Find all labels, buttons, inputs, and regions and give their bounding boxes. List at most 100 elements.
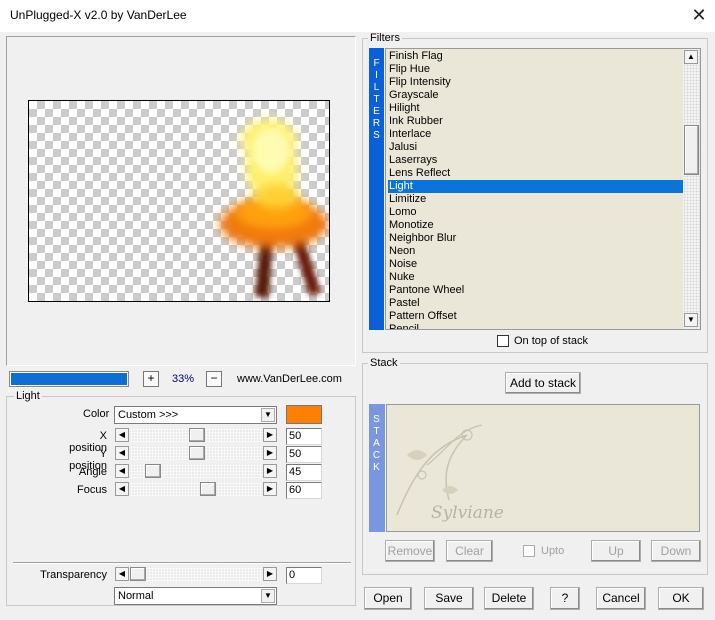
slider-right-arrow-icon[interactable]: ▶ bbox=[263, 446, 277, 460]
slider-thumb[interactable] bbox=[189, 428, 205, 442]
filters-list[interactable]: Finish Flag Flip Hue Flip Intensity Graysca… bbox=[385, 48, 701, 330]
slider-thumb[interactable] bbox=[189, 446, 205, 460]
vertical-tab-letter: R bbox=[372, 118, 381, 129]
add-to-stack-button[interactable]: Add to stack bbox=[505, 372, 581, 394]
cancel-button[interactable]: Cancel bbox=[596, 587, 646, 610]
slider-right-arrow-icon[interactable]: ▶ bbox=[263, 464, 277, 478]
chevron-down-icon: ▼ bbox=[261, 589, 275, 603]
slider-right-arrow-icon[interactable]: ▶ bbox=[263, 482, 277, 496]
close-icon[interactable]: ✕ bbox=[688, 4, 710, 26]
filter-item[interactable]: Pastel bbox=[388, 297, 684, 310]
vertical-tab-letter: T bbox=[373, 94, 380, 105]
delete-button[interactable]: Delete bbox=[484, 587, 534, 610]
filters-vertical-tab: FILTERS bbox=[369, 48, 384, 330]
slider-value-field[interactable]: 50 bbox=[286, 428, 322, 445]
save-button[interactable]: Save bbox=[424, 587, 474, 610]
slider-track[interactable] bbox=[130, 446, 263, 460]
light-group-title: Light bbox=[14, 390, 42, 402]
ok-button[interactable]: OK bbox=[658, 587, 704, 610]
upto-checkbox[interactable] bbox=[523, 545, 535, 557]
slider-row-angle: Angle ◀ ▶ 45 bbox=[0, 464, 356, 482]
filter-item[interactable]: Pattern Offset bbox=[388, 310, 684, 323]
vertical-tab-letter: F bbox=[373, 58, 380, 69]
filters-scrollbar[interactable]: ▲ ▼ bbox=[683, 49, 700, 329]
slider-thumb[interactable] bbox=[200, 482, 216, 496]
slider-value-field[interactable]: 60 bbox=[286, 482, 322, 499]
filter-item[interactable]: Jalusi bbox=[388, 141, 684, 154]
watermark-text: Sylviane bbox=[431, 503, 504, 523]
slider-right-arrow-icon[interactable]: ▶ bbox=[263, 567, 277, 581]
slider-left-arrow-icon[interactable]: ◀ bbox=[115, 482, 129, 496]
scroll-up-icon[interactable]: ▲ bbox=[684, 50, 698, 64]
blend-mode-select[interactable]: Normal ▼ bbox=[114, 587, 277, 605]
chevron-down-icon: ▼ bbox=[261, 408, 275, 422]
filter-item[interactable]: Hilight bbox=[388, 102, 684, 115]
slider-thumb[interactable] bbox=[145, 464, 161, 478]
preview-image bbox=[220, 119, 328, 297]
slider-row-x: X position ◀ ▶ 50 bbox=[0, 428, 356, 454]
clear-button[interactable]: Clear bbox=[446, 540, 493, 562]
filter-item[interactable]: Finish Flag bbox=[388, 50, 684, 63]
on-top-of-stack-label: On top of stack bbox=[514, 335, 588, 347]
on-top-of-stack-checkbox[interactable] bbox=[497, 335, 509, 347]
transparency-track[interactable] bbox=[130, 567, 263, 581]
filter-item[interactable]: Neon bbox=[388, 245, 684, 258]
divider bbox=[13, 562, 351, 564]
color-swatch[interactable] bbox=[286, 405, 322, 424]
slider-thumb[interactable] bbox=[130, 567, 146, 581]
up-button[interactable]: Up bbox=[591, 540, 641, 562]
slider-track[interactable] bbox=[130, 482, 263, 496]
window-title: UnPlugged-X v2.0 by VanDerLee bbox=[10, 8, 187, 22]
progress-fill bbox=[11, 373, 127, 385]
filter-item[interactable]: Noise bbox=[388, 258, 684, 271]
filter-item[interactable]: Monotize bbox=[388, 219, 684, 232]
filter-item[interactable]: Ink Rubber bbox=[388, 115, 684, 128]
color-select[interactable]: Custom >>> ▼ bbox=[114, 406, 277, 424]
slider-label: Angle bbox=[78, 466, 107, 478]
help-button[interactable]: ? bbox=[550, 587, 580, 610]
open-button[interactable]: Open bbox=[364, 587, 412, 610]
filter-item[interactable]: Flip Hue bbox=[388, 63, 684, 76]
transparency-row: Transparency ◀ ▶ 0 bbox=[0, 567, 356, 585]
slider-left-arrow-icon[interactable]: ◀ bbox=[115, 446, 129, 460]
slider-right-arrow-icon[interactable]: ▶ bbox=[263, 428, 277, 442]
slider-value-field[interactable]: 50 bbox=[286, 446, 322, 463]
scroll-down-icon[interactable]: ▼ bbox=[684, 313, 698, 327]
filter-item[interactable]: Flip Intensity bbox=[388, 76, 684, 89]
filter-item[interactable]: Laserrays bbox=[388, 154, 684, 167]
filter-item[interactable]: Neighbor Blur bbox=[388, 232, 684, 245]
filter-item[interactable]: Nuke bbox=[388, 271, 684, 284]
slider-row-focus: Focus ◀ ▶ 60 bbox=[0, 482, 356, 500]
scrollbar-thumb[interactable] bbox=[684, 125, 699, 175]
filter-item[interactable]: Grayscale bbox=[388, 89, 684, 102]
down-button[interactable]: Down bbox=[651, 540, 701, 562]
filter-item[interactable]: Interlace bbox=[388, 128, 684, 141]
slider-left-arrow-icon[interactable]: ◀ bbox=[115, 428, 129, 442]
stack-list[interactable]: Sylviane bbox=[386, 404, 700, 532]
filter-item[interactable]: Limitize bbox=[388, 193, 684, 206]
preview-canvas[interactable] bbox=[28, 100, 330, 302]
website-link[interactable]: www.VanDerLee.com bbox=[237, 373, 342, 385]
slider-left-arrow-icon[interactable]: ◀ bbox=[115, 567, 129, 581]
filter-item[interactable]: Pantone Wheel bbox=[388, 284, 684, 297]
slider-left-arrow-icon[interactable]: ◀ bbox=[115, 464, 129, 478]
filter-item[interactable]: Pencil bbox=[388, 323, 684, 329]
filter-item[interactable]: Light bbox=[388, 180, 684, 193]
vertical-tab-letter: T bbox=[373, 426, 380, 437]
slider-value-field[interactable]: 45 bbox=[286, 464, 322, 481]
filter-item[interactable]: Lens Reflect bbox=[388, 167, 684, 180]
slider-track[interactable] bbox=[130, 428, 263, 442]
remove-button[interactable]: Remove bbox=[385, 540, 435, 562]
slider-row-y: Y position ◀ ▶ 50 bbox=[0, 446, 356, 472]
color-select-value: Custom >>> bbox=[118, 409, 179, 421]
filter-item[interactable]: Lomo bbox=[388, 206, 684, 219]
transparency-value-field[interactable]: 0 bbox=[286, 567, 322, 584]
slider-label: Focus bbox=[77, 484, 107, 496]
vertical-tab-letter: S bbox=[373, 130, 380, 141]
color-label: Color bbox=[83, 408, 110, 420]
stack-group-title: Stack bbox=[368, 357, 400, 369]
zoom-in-button[interactable]: + bbox=[143, 371, 159, 387]
zoom-out-button[interactable]: − bbox=[206, 371, 222, 387]
blend-mode-value: Normal bbox=[118, 590, 154, 602]
slider-track[interactable] bbox=[130, 464, 263, 478]
